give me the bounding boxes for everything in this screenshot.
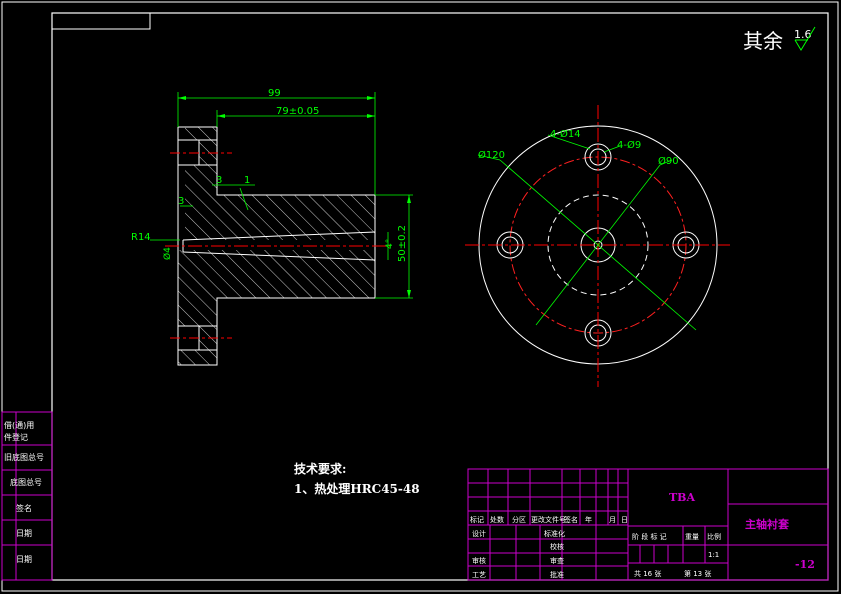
dim-outer-dia: 50±0.2 (397, 225, 408, 262)
tb-process: 工艺 (472, 571, 486, 579)
tb-review: 审核 (472, 556, 486, 565)
dim-shoulder-1: 1 (244, 175, 250, 186)
dim-holes-large: 4-Ø14 (550, 128, 581, 140)
roughness-label: 其余 (743, 29, 783, 53)
tb-day: 日 (621, 516, 628, 524)
outer-frame (1, 1, 839, 592)
tb-drawing-no: -12 (795, 558, 815, 571)
dim-holes-small: 4-Ø9 (617, 139, 641, 151)
side-register: 件登记 (4, 432, 28, 442)
dim-bore: Ø4 (162, 247, 173, 260)
side-drawing-no: 底图总号 (10, 477, 42, 487)
tb-sheet-no: 第 13 张 (684, 569, 711, 578)
side-old-drawing: 旧底图总号 (4, 452, 44, 462)
tb-month: 月 (609, 516, 616, 524)
tb-stage: 阶 段 标 记 (632, 532, 667, 541)
drawing-canvas: 其余 1.6 99 79±0.05 3 1 3 R14 Ø4 50±0.2 4°… (0, 0, 841, 594)
tech-req-heading: 技术要求: (294, 461, 346, 476)
tb-zone: 分区 (512, 515, 526, 524)
dim-taper: 4° (385, 239, 395, 249)
tb-year: 年 (585, 515, 592, 524)
side-date2: 日期 (16, 555, 32, 564)
side-borrow: 借(通)用 (4, 420, 34, 430)
dim-overall-length: 99 (268, 88, 281, 99)
tb-check: 审查 (550, 556, 564, 565)
tb-sign: 签名 (564, 515, 578, 524)
tb-part-name: 主轴衬套 (745, 517, 790, 531)
dim-shoulder-3: 3 (216, 175, 222, 186)
tb-proofread: 校核 (550, 542, 564, 551)
section-hatch (178, 127, 375, 240)
tb-weight: 重量 (685, 533, 699, 541)
roughness-value: 1.6 (794, 28, 812, 41)
tb-mark: 标记 (470, 515, 484, 524)
top-left-tab (51, 12, 151, 30)
tb-count: 处数 (490, 515, 504, 524)
tb-change-doc: 更改文件号 (531, 515, 566, 524)
dim-radius: R14 (131, 232, 151, 243)
tb-sheet-total: 共 16 张 (634, 569, 661, 578)
tb-scale: 1:1 (708, 551, 719, 559)
tb-design: 设计 (472, 529, 486, 538)
tb-approve: 批准 (550, 570, 564, 579)
dim-flange-to-end: 79±0.05 (276, 106, 319, 117)
side-date1: 日期 (16, 529, 32, 538)
tb-scale-label: 比例 (707, 532, 721, 541)
dim-gap-3: 3 (178, 196, 184, 207)
tb-standardize: 标准化 (544, 529, 565, 538)
tech-req-item1: 1、热处理HRC45-48 (294, 481, 420, 496)
tb-company: TBA (669, 491, 695, 504)
roughness-symbol: 其余 1.6 (743, 26, 816, 53)
dim-pcd: Ø90 (658, 155, 679, 167)
section-view: 99 79±0.05 3 1 3 R14 Ø4 50±0.2 4° (131, 88, 413, 366)
dim-flange-dia: Ø120 (478, 149, 505, 161)
cad-drawing: 其余 1.6 99 79±0.05 3 1 3 R14 Ø4 50±0.2 4°… (1, 1, 839, 592)
inner-frame (51, 12, 829, 581)
side-sign: 签名 (16, 503, 32, 513)
end-view: 4-Ø14 4-Ø9 Ø120 Ø90 (465, 105, 730, 387)
